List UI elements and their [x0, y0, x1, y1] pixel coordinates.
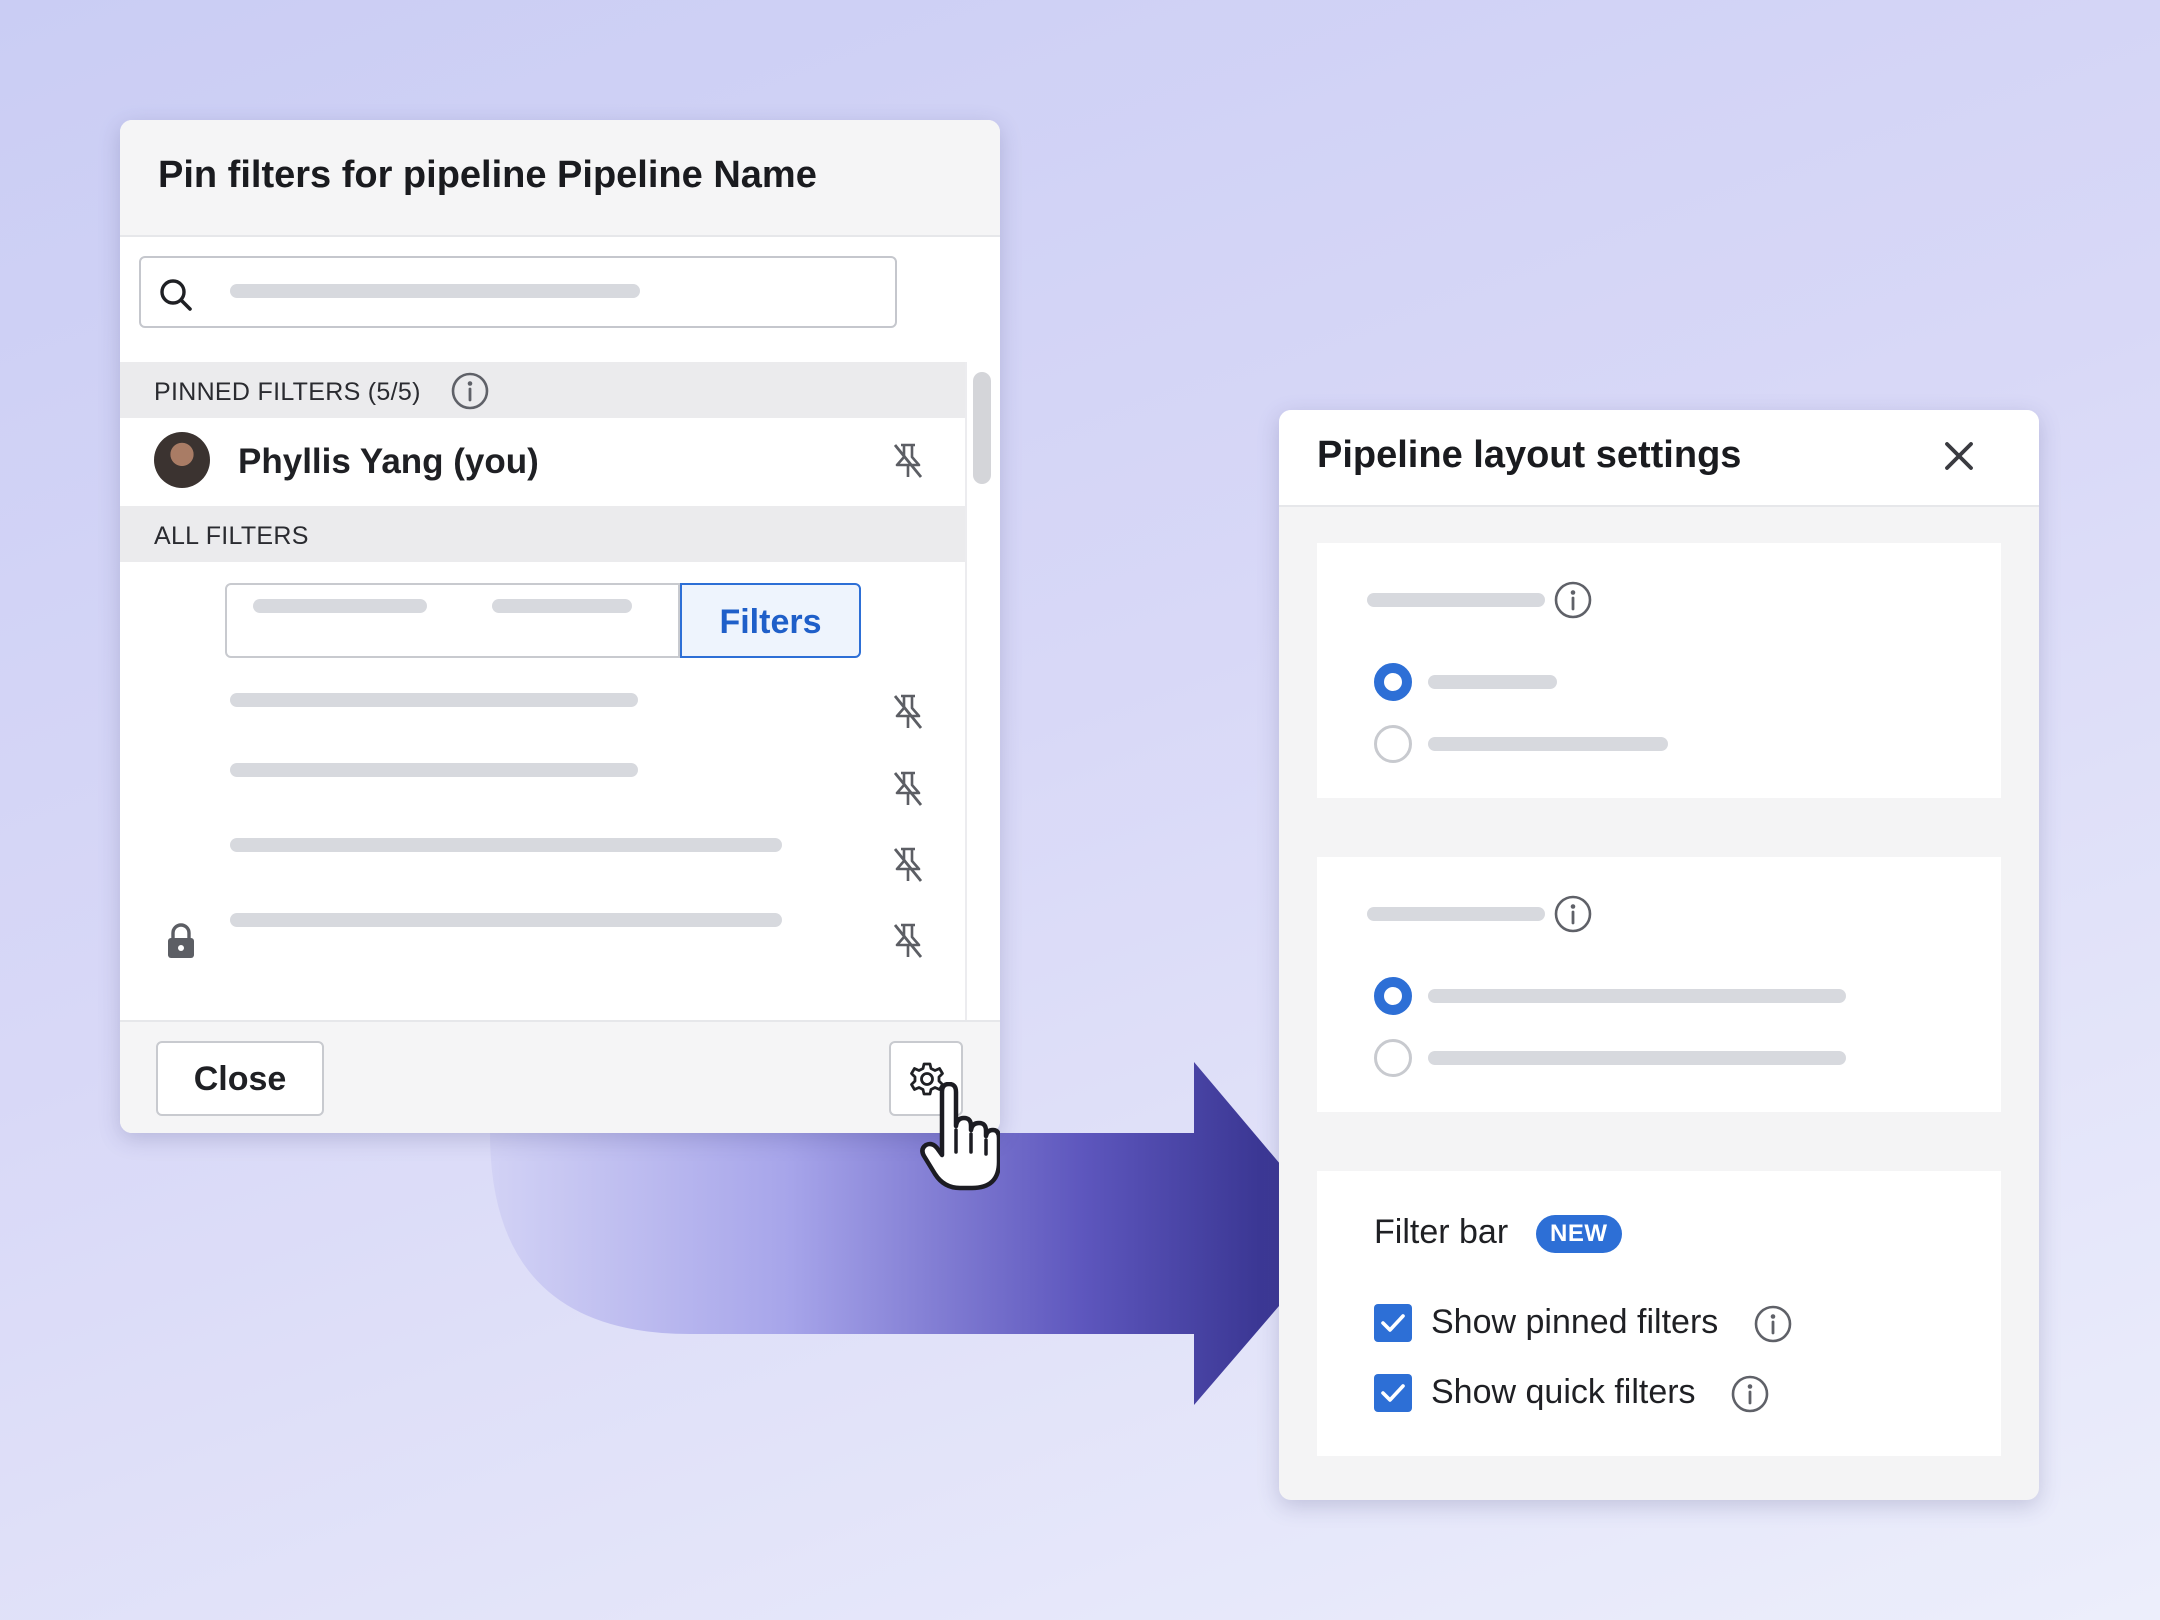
pinned-filter-row[interactable]: Phyllis Yang (you) [120, 420, 965, 506]
filter-bar-card: Filter bar NEW Show pinned filters Show … [1317, 1171, 2001, 1456]
hand-cursor-icon [920, 1082, 1000, 1191]
filter-label-placeholder [230, 763, 638, 777]
dialog-header: Pin filters for pipeline Pipeline Name [120, 120, 1000, 237]
segment-label-placeholder [492, 599, 632, 613]
dialog-title: Pin filters for pipeline Pipeline Name [158, 154, 817, 196]
all-filters-label: ALL FILTERS [154, 522, 309, 550]
search-input[interactable] [139, 256, 897, 328]
show-pinned-filters-checkbox[interactable] [1374, 1304, 1412, 1342]
unpin-icon[interactable] [891, 770, 925, 808]
info-icon[interactable] [1730, 1374, 1770, 1414]
dialog-title: Pipeline layout settings [1317, 434, 1742, 476]
dialog-footer: Close [120, 1020, 1000, 1133]
pipeline-layout-settings-dialog: Pipeline layout settings Filter bar NEW … [1279, 410, 2039, 1500]
unpin-icon[interactable] [891, 922, 925, 960]
segment-label-placeholder [253, 599, 427, 613]
filter-label-placeholder [230, 693, 638, 707]
filter-label-placeholder [230, 913, 782, 927]
search-icon [160, 279, 192, 311]
show-quick-filters-label: Show quick filters [1431, 1373, 1696, 1411]
pinned-user-name: Phyllis Yang (you) [238, 442, 539, 481]
radio-label-placeholder [1428, 989, 1846, 1003]
radio-option[interactable] [1374, 725, 1412, 763]
filter-type-segmented-control: Filters [225, 583, 861, 658]
checkmark-icon [1381, 1314, 1405, 1332]
section-title-placeholder [1367, 907, 1545, 921]
checkmark-icon [1381, 1384, 1405, 1402]
show-pinned-filters-label: Show pinned filters [1431, 1303, 1719, 1341]
filter-bar-label: Filter bar [1374, 1213, 1509, 1251]
layout-option-card [1317, 857, 2001, 1112]
lock-icon [168, 923, 194, 958]
segment-option-2[interactable] [470, 583, 680, 658]
layout-option-card [1317, 543, 2001, 798]
radio-label-placeholder [1428, 1051, 1846, 1065]
pin-filters-dialog: Pin filters for pipeline Pipeline Name P… [120, 120, 1000, 1133]
info-icon[interactable] [450, 371, 490, 411]
avatar [154, 432, 210, 488]
show-quick-filters-checkbox[interactable] [1374, 1374, 1412, 1412]
radio-option[interactable] [1374, 1039, 1412, 1077]
segment-filters[interactable]: Filters [680, 583, 861, 658]
radio-label-placeholder [1428, 675, 1557, 689]
info-icon[interactable] [1753, 1304, 1793, 1344]
radio-label-placeholder [1428, 737, 1668, 751]
info-icon[interactable] [1553, 580, 1593, 620]
info-icon[interactable] [1553, 894, 1593, 934]
close-button[interactable]: Close [156, 1041, 324, 1116]
new-badge: NEW [1536, 1215, 1622, 1253]
radio-option-selected[interactable] [1374, 663, 1412, 701]
pinned-filters-header: PINNED FILTERS (5/5) [120, 362, 965, 418]
segment-filters-label: Filters [719, 603, 822, 641]
segment-option-1[interactable] [225, 583, 472, 658]
close-icon[interactable] [1939, 436, 1979, 476]
radio-option-selected[interactable] [1374, 977, 1412, 1015]
pinned-filters-label: PINNED FILTERS (5/5) [154, 378, 421, 406]
scrollbar-thumb[interactable] [973, 372, 991, 484]
unpin-icon[interactable] [891, 442, 925, 480]
unpin-icon[interactable] [891, 846, 925, 884]
section-title-placeholder [1367, 593, 1545, 607]
filter-label-placeholder [230, 838, 782, 852]
search-placeholder [230, 284, 640, 298]
unpin-icon[interactable] [891, 693, 925, 731]
all-filters-header: ALL FILTERS [120, 506, 965, 562]
dialog-header: Pipeline layout settings [1279, 410, 2039, 507]
